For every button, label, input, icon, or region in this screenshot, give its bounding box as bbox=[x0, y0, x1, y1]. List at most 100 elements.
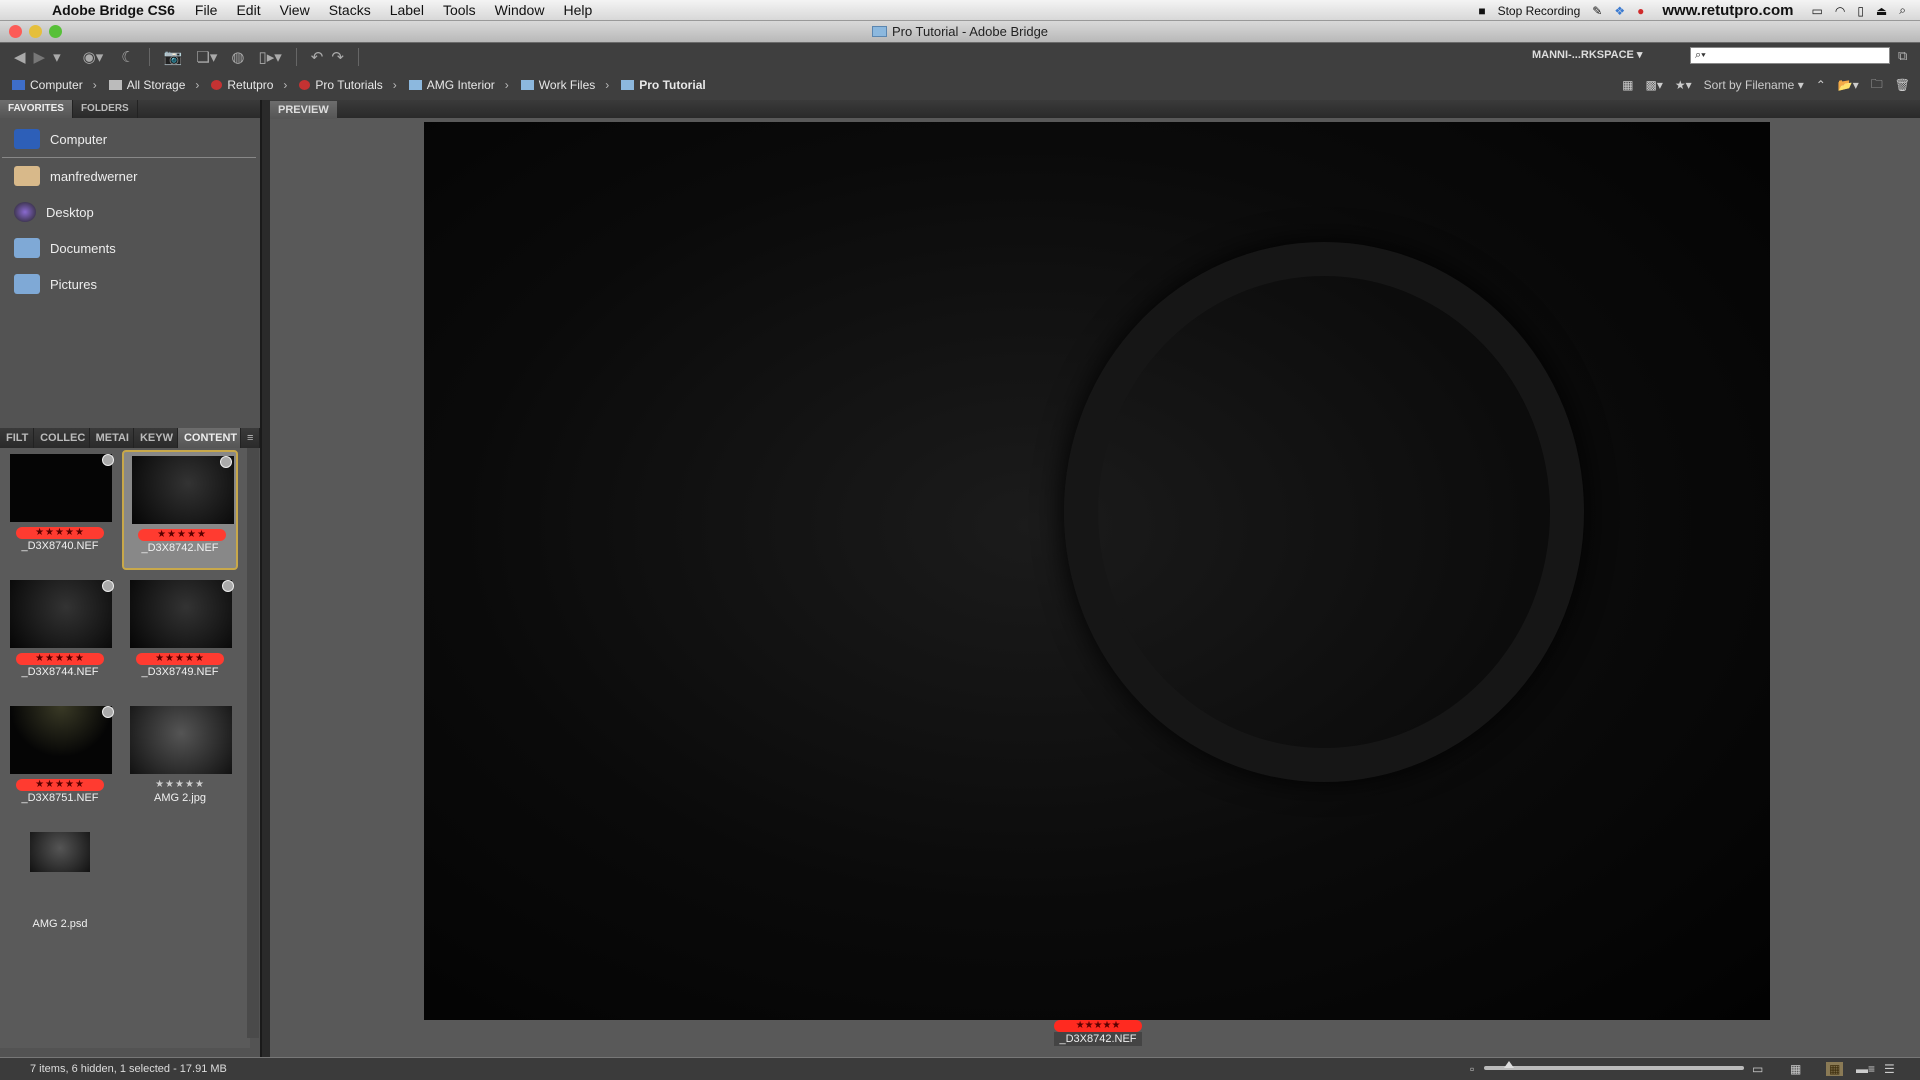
thumbnail-image bbox=[130, 706, 232, 774]
menu-help[interactable]: Help bbox=[563, 2, 592, 18]
refine-icon[interactable]: ❏▾ bbox=[196, 48, 217, 66]
view-details-icon[interactable]: ▬≡ bbox=[1856, 1062, 1875, 1076]
workspace-switcher[interactable]: MANNI-...RKSPACE ▾ bbox=[1532, 48, 1642, 61]
rotate-left-icon[interactable]: ↶ bbox=[311, 48, 324, 66]
rating-stars[interactable]: ★★★★★ bbox=[16, 653, 104, 665]
rating-stars[interactable]: ★★★★★ bbox=[16, 779, 104, 791]
thumbnail-item[interactable]: ★★★★★ _D3X8749.NEF bbox=[122, 576, 238, 696]
retutpro-folder-icon bbox=[211, 80, 223, 90]
raw-badge-icon bbox=[222, 580, 234, 592]
view-list-icon[interactable]: ☰ bbox=[1884, 1062, 1895, 1076]
tab-keywords[interactable]: KEYW bbox=[134, 428, 178, 448]
rating-stars[interactable]: ★★★★★ bbox=[136, 653, 224, 665]
favorite-computer[interactable]: Computer bbox=[0, 121, 260, 157]
panel-menu-icon[interactable]: ≡ bbox=[241, 428, 260, 448]
crumb-computer[interactable]: Computer › bbox=[12, 78, 97, 92]
app-menu[interactable]: Adobe Bridge CS6 bbox=[52, 2, 175, 18]
crumb-pro-tutorials[interactable]: Pro Tutorials › bbox=[299, 78, 397, 92]
crumb-retutpro[interactable]: Retutpro › bbox=[211, 78, 287, 92]
tab-favorites[interactable]: FAVORITES bbox=[0, 100, 73, 118]
view-options-icon[interactable]: ▩▾ bbox=[1646, 78, 1663, 92]
evernote-icon[interactable]: ✎ bbox=[1592, 4, 1602, 18]
get-photos-camera-icon[interactable]: 📷 bbox=[164, 48, 183, 66]
search-input[interactable] bbox=[1690, 47, 1890, 64]
favorite-documents[interactable]: Documents bbox=[0, 230, 260, 266]
history-dropdown-icon[interactable]: ▾ bbox=[53, 48, 61, 66]
tab-folders[interactable]: FOLDERS bbox=[73, 100, 138, 118]
wifi-icon[interactable]: ◠ bbox=[1835, 4, 1845, 18]
compact-mode-icon[interactable]: ⧉ bbox=[1898, 48, 1907, 64]
content-grid: ★★★★★ _D3X8740.NEF ★★★★★ _D3X8742.NEF ★★… bbox=[0, 448, 250, 1048]
thumbnail-quality-icon[interactable]: ▦ bbox=[1622, 78, 1633, 92]
tab-metadata[interactable]: METAI bbox=[90, 428, 134, 448]
open-recent-folder-icon[interactable]: 📂▾ bbox=[1838, 78, 1859, 92]
crumb-work-files[interactable]: Work Files › bbox=[520, 78, 609, 92]
return-to-photoshop-icon[interactable]: ☾ bbox=[121, 48, 134, 66]
sort-ascending-icon[interactable]: ⌃ bbox=[1816, 78, 1826, 92]
crumb-amg-interior[interactable]: AMG Interior › bbox=[408, 78, 509, 92]
thumbnail-size-slider[interactable] bbox=[1484, 1061, 1744, 1070]
site-url: www.retutpro.com bbox=[1662, 2, 1794, 19]
sort-dropdown[interactable]: Sort by Filename ▾ bbox=[1704, 78, 1804, 92]
content-scrollbar[interactable] bbox=[247, 448, 259, 1038]
lock-grid-icon[interactable]: ▦ bbox=[1790, 1062, 1801, 1076]
open-in-camera-raw-icon[interactable]: ◍ bbox=[231, 48, 244, 66]
tab-collections[interactable]: COLLEC bbox=[34, 428, 90, 448]
forward-arrow-icon[interactable]: ▶ bbox=[34, 48, 46, 66]
menu-label[interactable]: Label bbox=[390, 2, 424, 18]
slider-knob[interactable] bbox=[1504, 1061, 1514, 1068]
stop-recording-icon[interactable]: ■ bbox=[1478, 4, 1485, 18]
favorite-home[interactable]: manfredwerner bbox=[0, 158, 260, 194]
favorite-pictures[interactable]: Pictures bbox=[0, 266, 260, 302]
display-icon[interactable]: ▭ bbox=[1811, 4, 1822, 18]
stop-recording-label[interactable]: Stop Recording bbox=[1498, 4, 1581, 18]
crumb-all-storage[interactable]: All Storage › bbox=[108, 78, 199, 92]
preview-file-name: _D3X8742.NEF bbox=[1054, 1032, 1142, 1046]
crumb-pro-tutorial[interactable]: Pro Tutorial bbox=[621, 78, 706, 92]
file-name: _D3X8742.NEF bbox=[141, 542, 219, 554]
path-bar: Computer › All Storage › Retutpro › Pro Tut… bbox=[0, 70, 1920, 100]
filter-rating-icon[interactable]: ★▾ bbox=[1675, 78, 1692, 92]
menu-edit[interactable]: Edit bbox=[236, 2, 260, 18]
tab-filter[interactable]: FILT bbox=[0, 428, 35, 448]
thumbnail-item[interactable]: ★★★★★ AMG 2.jpg bbox=[122, 702, 238, 822]
view-thumbnails-icon[interactable]: ▦ bbox=[1826, 1062, 1844, 1076]
rotate-right-icon[interactable]: ↷ bbox=[331, 48, 344, 66]
battery-icon[interactable]: ▯ bbox=[1857, 4, 1864, 18]
file-name: _D3X8744.NEF bbox=[21, 666, 99, 678]
eject-icon[interactable]: ⏏ bbox=[1876, 4, 1887, 18]
rating-stars[interactable]: ★★★★★ bbox=[16, 527, 104, 539]
thumbnail-large-icon[interactable]: ▭ bbox=[1752, 1062, 1763, 1076]
computer-icon bbox=[12, 80, 25, 90]
menu-tools[interactable]: Tools bbox=[443, 2, 476, 18]
rating-stars[interactable]: ★★★★★ bbox=[136, 779, 224, 791]
thumbnail-item[interactable]: ★★★★★ _D3X8744.NEF bbox=[2, 576, 118, 696]
toolbar-divider bbox=[148, 47, 150, 66]
back-arrow-icon[interactable]: ◀ bbox=[14, 48, 26, 66]
menu-window[interactable]: Window bbox=[495, 2, 545, 18]
thumbnail-item-selected[interactable]: ★★★★★ _D3X8742.NEF bbox=[122, 450, 238, 570]
pictures-folder-icon bbox=[14, 274, 40, 294]
spotlight-search-icon[interactable]: ⌕ bbox=[1899, 3, 1906, 18]
thumbnail-item[interactable]: AMG 2.psd bbox=[2, 828, 118, 948]
reveal-recent-icon[interactable]: ◉▾ bbox=[83, 48, 104, 66]
tab-preview[interactable]: PREVIEW bbox=[270, 101, 337, 119]
dropbox-icon[interactable]: ❖ bbox=[1614, 4, 1625, 18]
content-tabs: FILT COLLEC METAI KEYW CONTENT ≡ bbox=[0, 428, 260, 448]
documents-folder-icon bbox=[14, 238, 40, 258]
menu-view[interactable]: View bbox=[280, 2, 310, 18]
menu-file[interactable]: File bbox=[195, 2, 218, 18]
tab-content[interactable]: CONTENT bbox=[177, 428, 241, 448]
panel-splitter[interactable] bbox=[260, 100, 270, 1058]
thumbnail-small-icon[interactable]: ▫ bbox=[1470, 1062, 1474, 1076]
thumbnail-item[interactable]: ★★★★★ _D3X8751.NEF bbox=[2, 702, 118, 822]
output-icon[interactable]: ▯▸▾ bbox=[258, 48, 281, 66]
preview-image[interactable] bbox=[424, 122, 1770, 1020]
rating-stars[interactable]: ★★★★★ bbox=[138, 529, 226, 541]
menu-stacks[interactable]: Stacks bbox=[329, 2, 371, 18]
timer-icon[interactable]: ● bbox=[1637, 4, 1644, 18]
trash-icon[interactable]: 🗑 bbox=[1895, 78, 1910, 92]
favorite-desktop[interactable]: Desktop bbox=[0, 194, 260, 230]
thumbnail-item[interactable]: ★★★★★ _D3X8740.NEF bbox=[2, 450, 118, 570]
new-folder-icon[interactable]: 🗀 bbox=[1871, 75, 1883, 96]
